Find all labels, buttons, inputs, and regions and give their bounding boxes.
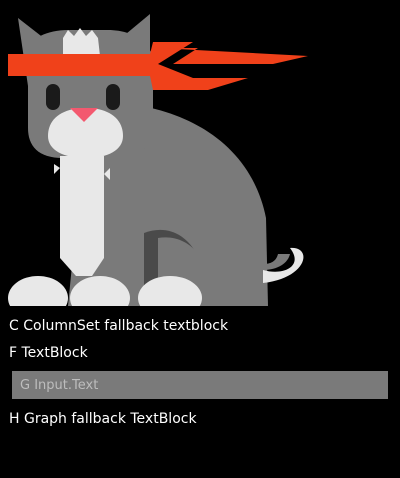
adaptive-card: C ColumnSet fallback textblock F TextBlo… [0,0,400,478]
graph-fallback-text: H Graph fallback TextBlock [9,411,197,427]
columnset-fallback-text: C ColumnSet fallback textblock [9,318,229,334]
textblock-text: F TextBlock [9,345,88,361]
text-input[interactable] [12,371,388,399]
ninja-cat-image [8,14,308,308]
